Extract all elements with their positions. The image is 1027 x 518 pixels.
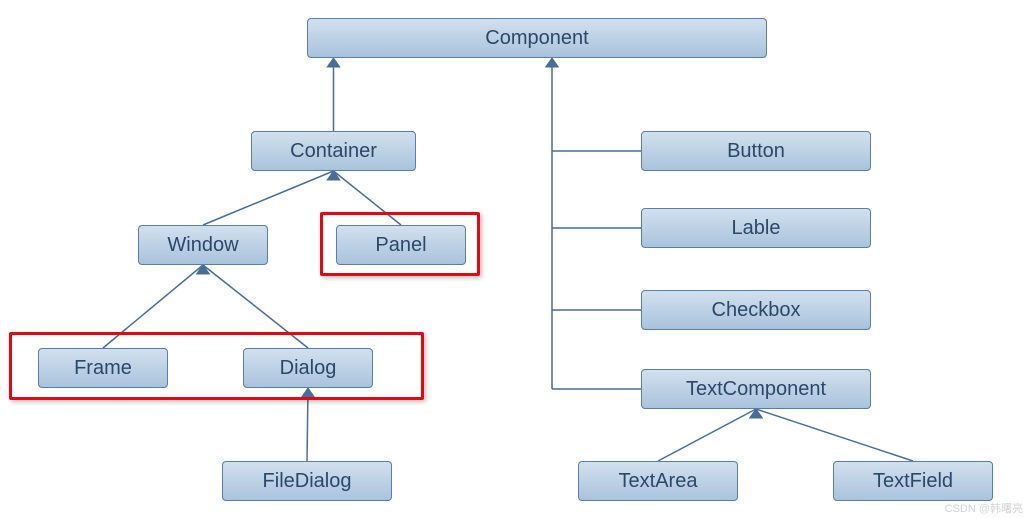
edge-textfield-textcomponent [756, 409, 913, 461]
node-component: Component [307, 18, 767, 58]
node-container: Container [251, 131, 416, 171]
node-lable: Lable [641, 208, 871, 248]
node-window-label: Window [167, 234, 238, 257]
node-button: Button [641, 131, 871, 171]
node-window: Window [138, 225, 268, 265]
node-textcomponent: TextComponent [641, 369, 871, 409]
node-checkbox: Checkbox [641, 290, 871, 330]
node-textcomponent-label: TextComponent [686, 378, 826, 401]
node-filedialog-label: FileDialog [263, 470, 352, 493]
node-textfield: TextField [833, 461, 993, 501]
watermark: CSDN @韩曙亮 [945, 500, 1023, 516]
node-checkbox-label: Checkbox [712, 299, 801, 322]
node-button-label: Button [727, 140, 785, 163]
arrowhead-icon [546, 58, 559, 67]
node-container-label: Container [290, 140, 377, 163]
node-textarea-label: TextArea [619, 470, 698, 493]
arrowhead-icon [327, 58, 340, 67]
node-textarea: TextArea [578, 461, 738, 501]
edge-window-container [203, 171, 334, 225]
highlight-panel_hl [320, 212, 480, 276]
node-component-label: Component [485, 27, 588, 50]
edge-textarea-textcomponent [658, 409, 756, 461]
node-filedialog: FileDialog [222, 461, 392, 501]
node-textfield-label: TextField [873, 470, 953, 493]
diagram-canvas: ComponentContainerWindowPanelFrameDialog… [0, 0, 1027, 518]
highlight-framedialog_hl [9, 332, 424, 400]
node-lable-label: Lable [732, 217, 781, 240]
